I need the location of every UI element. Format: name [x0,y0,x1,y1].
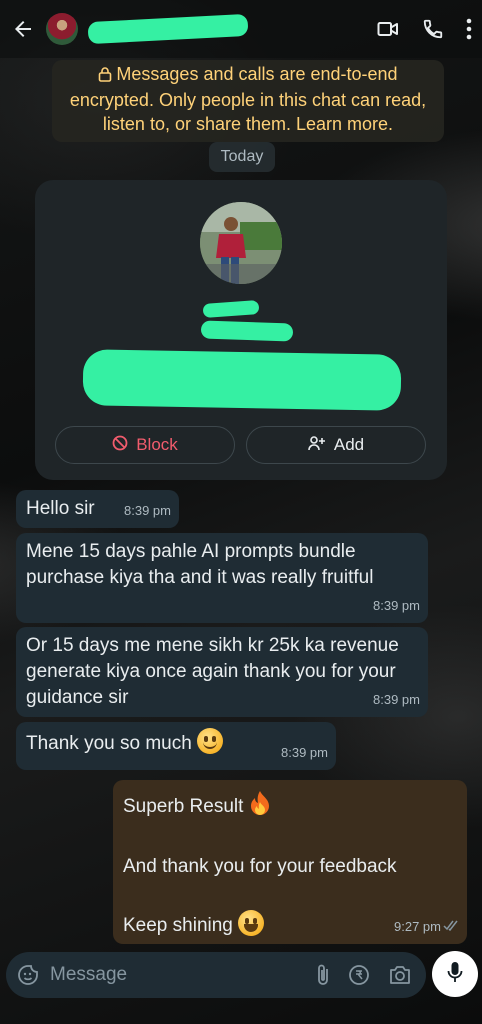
payment-icon[interactable] [348,964,370,986]
camera-icon[interactable] [388,964,412,986]
message-line: Superb Result [123,790,457,824]
encryption-notice-text: Messages and calls are end-to-end encryp… [69,64,427,134]
smiling-face-emoji [197,728,224,754]
redacted-info [82,349,402,411]
message-text: Mene 15 days pahle AI prompts bundle pur… [26,541,374,588]
message-composer [6,952,426,998]
block-button[interactable]: Block [55,426,235,464]
emoji-sticker-icon[interactable] [16,963,40,987]
add-contact-button[interactable]: Add [246,426,426,464]
mic-icon [447,961,463,988]
date-chip: Today [209,142,275,172]
back-arrow-icon[interactable] [10,16,36,42]
message-bubble-incoming[interactable]: Thank you so much 8:39 pm [16,722,336,770]
message-time: 9:27 pm [394,919,441,934]
message-line: And thank you for your feedback [123,856,397,877]
message-text: Or 15 days me mene sikh kr 25k ka revenu… [26,635,399,708]
message-time: 8:39 pm [373,692,420,707]
video-call-icon[interactable] [376,17,400,41]
chat-area[interactable]: Messages and calls are end-to-end encryp… [0,58,482,948]
redacted-info [200,320,294,342]
contact-avatar[interactable] [46,13,78,45]
mic-button[interactable] [432,951,478,997]
grinning-face-emoji [238,910,265,936]
block-icon [112,435,128,456]
lock-icon [98,64,112,88]
read-receipt-icon [443,913,459,939]
fire-emoji [249,790,271,824]
more-vert-icon[interactable] [466,18,472,40]
message-bubble-incoming[interactable]: Hello sir 8:39 pm [16,490,179,528]
encryption-notice[interactable]: Messages and calls are end-to-end encryp… [52,60,444,142]
attach-icon[interactable] [316,963,330,987]
add-person-icon [308,435,326,456]
message-bubble-incoming[interactable]: Or 15 days me mene sikh kr 25k ka revenu… [16,627,428,717]
message-bubble-outgoing[interactable]: Superb Result And thank you for your fee… [113,780,467,944]
phone-icon[interactable] [422,18,444,40]
message-text: Hello sir [26,498,95,519]
contact-profile-photo[interactable] [200,202,282,284]
redacted-info [202,300,260,318]
message-time: 8:39 pm [281,745,328,760]
add-label: Add [333,435,365,454]
message-time: 8:39 pm [373,598,420,613]
contact-info-card: Block Add [35,180,447,480]
message-time: 8:39 pm [124,503,171,518]
message-bubble-incoming[interactable]: Mene 15 days pahle AI prompts bundle pur… [16,533,428,623]
message-text: Thank you so much [26,733,192,754]
contact-name-redacted[interactable] [87,13,249,45]
chat-header [0,0,482,58]
message-input[interactable] [50,964,316,986]
block-label: Block [136,435,178,454]
